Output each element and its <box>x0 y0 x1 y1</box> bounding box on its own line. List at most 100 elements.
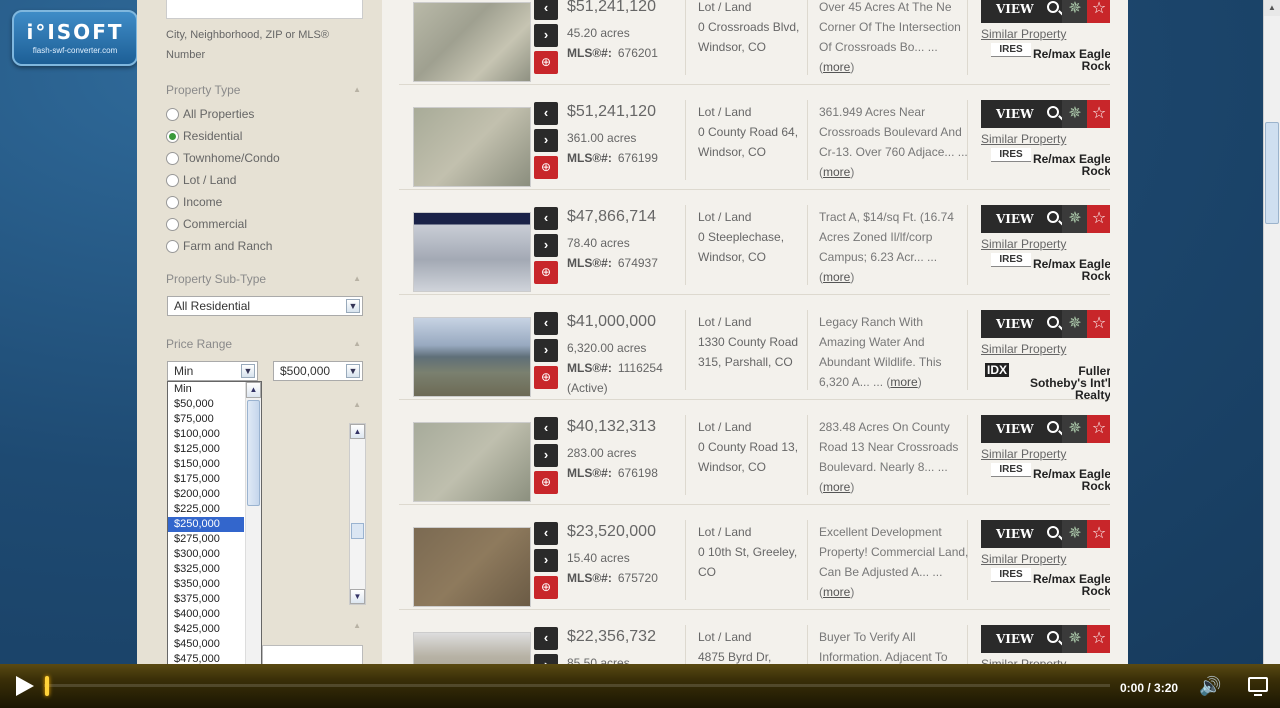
listing-photo[interactable] <box>413 212 531 292</box>
price-min-dropdown-list[interactable]: Min $50,000 $75,000 $100,000 $125,000 $150,00… <box>167 381 262 681</box>
map-wheel-icon[interactable]: ✵ <box>1062 0 1088 23</box>
chevron-right-icon[interactable]: › <box>534 234 558 257</box>
listing-mls: MLS®#: 676199 <box>567 151 658 165</box>
view-button[interactable]: VIEW <box>981 310 1065 338</box>
mls-label: MLS®#: <box>567 151 612 165</box>
zoom-in-icon[interactable]: ⊕ <box>534 471 558 494</box>
chevron-left-icon[interactable]: ‹ <box>534 627 558 650</box>
chevron-left-icon[interactable]: ‹ <box>534 207 558 230</box>
radio-button[interactable] <box>166 107 179 121</box>
similar-property-link[interactable]: Similar Property <box>981 27 1066 41</box>
view-button[interactable]: VIEW <box>981 625 1065 653</box>
zoom-in-icon[interactable]: ⊕ <box>534 261 558 284</box>
property-type-radio[interactable]: Residential <box>166 126 242 146</box>
chevron-right-icon[interactable]: › <box>534 129 558 152</box>
scroll-up-icon[interactable]: ▲ <box>350 424 365 439</box>
listing-photo[interactable] <box>413 527 531 607</box>
listing-type: Lot / Land <box>698 210 752 224</box>
map-wheel-icon[interactable]: ✵ <box>1062 310 1088 338</box>
property-subtype-title[interactable]: Property Sub-Type ▲ <box>166 272 363 286</box>
play-icon[interactable] <box>16 676 34 696</box>
price-range-title[interactable]: Price Range ▲ <box>166 337 363 351</box>
favorite-star-icon[interactable]: ☆ <box>1087 520 1110 548</box>
radio-button[interactable] <box>166 195 179 209</box>
favorite-star-icon[interactable]: ☆ <box>1087 625 1110 653</box>
view-button[interactable]: VIEW <box>981 0 1065 23</box>
favorite-star-icon[interactable]: ☆ <box>1087 205 1110 233</box>
similar-property-link[interactable]: Similar Property <box>981 552 1066 566</box>
chevron-right-icon[interactable]: › <box>534 549 558 572</box>
zoom-in-icon[interactable]: ⊕ <box>534 156 558 179</box>
price-max-select[interactable]: $500,000 ▼ <box>273 361 363 381</box>
chevron-right-icon[interactable]: › <box>534 339 558 362</box>
listbox-scrollbar[interactable]: ▲ ▼ <box>349 423 366 605</box>
property-type-radio[interactable]: Farm and Ranch <box>166 236 272 256</box>
scroll-down-icon[interactable]: ▼ <box>350 589 365 604</box>
favorite-star-icon[interactable]: ☆ <box>1087 415 1110 443</box>
property-type-radio[interactable]: All Properties <box>166 104 254 124</box>
chevron-right-icon[interactable]: › <box>534 444 558 467</box>
map-wheel-icon[interactable]: ✵ <box>1062 625 1088 653</box>
property-subtype-select[interactable]: All Residential ▼ <box>167 296 363 316</box>
property-type-title[interactable]: Property Type ▲ <box>166 83 363 97</box>
dropdown-scrollbar[interactable]: ▲ <box>245 382 261 680</box>
scroll-up-icon[interactable]: ▲ <box>1264 0 1280 16</box>
property-type-radio[interactable]: Commercial <box>166 214 247 234</box>
seek-knob[interactable] <box>45 676 49 696</box>
chevron-left-icon[interactable]: ‹ <box>534 0 558 20</box>
zoom-in-icon[interactable]: ⊕ <box>534 576 558 599</box>
more-link[interactable]: more <box>823 165 850 179</box>
map-wheel-icon[interactable]: ✵ <box>1062 100 1088 128</box>
scrollbar-thumb[interactable] <box>351 523 364 539</box>
similar-property-link[interactable]: Similar Property <box>981 237 1066 251</box>
location-search-input[interactable] <box>166 0 363 19</box>
chevron-left-icon[interactable]: ‹ <box>534 102 558 125</box>
view-button[interactable]: VIEW <box>981 205 1065 233</box>
radio-button[interactable] <box>166 151 179 165</box>
listing-photo[interactable] <box>413 317 531 397</box>
chevron-left-icon[interactable]: ‹ <box>534 522 558 545</box>
price-min-select[interactable]: Min ▼ <box>167 361 258 381</box>
price-option[interactable]: $250,000 <box>168 517 244 532</box>
property-type-radio[interactable]: Lot / Land <box>166 170 236 190</box>
radio-button[interactable] <box>166 129 179 143</box>
radio-button[interactable] <box>166 239 179 253</box>
view-button[interactable]: VIEW <box>981 520 1065 548</box>
radio-button[interactable] <box>166 217 179 231</box>
chevron-left-icon[interactable]: ‹ <box>534 417 558 440</box>
listing-photo[interactable] <box>413 422 531 502</box>
volume-icon[interactable]: 🔊 <box>1199 676 1221 697</box>
favorite-star-icon[interactable]: ☆ <box>1087 100 1110 128</box>
more-link[interactable]: more <box>823 585 850 599</box>
more-link[interactable]: more <box>823 480 850 494</box>
page-scrollbar[interactable]: ▲ <box>1263 0 1280 708</box>
map-wheel-icon[interactable]: ✵ <box>1062 205 1088 233</box>
more-link[interactable]: more <box>823 270 850 284</box>
favorite-star-icon[interactable]: ☆ <box>1087 0 1110 23</box>
seek-bar[interactable] <box>44 684 1110 687</box>
similar-property-link[interactable]: Similar Property <box>981 132 1066 146</box>
more-link[interactable]: more <box>823 60 850 74</box>
scroll-up-icon[interactable]: ▲ <box>246 382 261 398</box>
fullscreen-icon[interactable] <box>1248 677 1268 696</box>
scrollbar-thumb[interactable] <box>1265 122 1279 224</box>
scrollbar-thumb[interactable] <box>247 400 260 506</box>
map-wheel-icon[interactable]: ✵ <box>1062 415 1088 443</box>
radio-button[interactable] <box>166 173 179 187</box>
zoom-in-icon[interactable]: ⊕ <box>534 51 558 74</box>
view-button[interactable]: VIEW <box>981 100 1065 128</box>
chevron-left-icon[interactable]: ‹ <box>534 312 558 335</box>
property-type-radio[interactable]: Townhome/Condo <box>166 148 280 168</box>
listing-type-address: Lot / Land 0 Crossroads Blvd, Windsor, CO <box>698 0 808 57</box>
zoom-in-icon[interactable]: ⊕ <box>534 366 558 389</box>
similar-property-link[interactable]: Similar Property <box>981 342 1066 356</box>
listing-photo[interactable] <box>413 107 531 187</box>
similar-property-link[interactable]: Similar Property <box>981 447 1066 461</box>
map-wheel-icon[interactable]: ✵ <box>1062 520 1088 548</box>
chevron-right-icon[interactable]: › <box>534 24 558 47</box>
favorite-star-icon[interactable]: ☆ <box>1087 310 1110 338</box>
view-button[interactable]: VIEW <box>981 415 1065 443</box>
property-type-radio[interactable]: Income <box>166 192 222 212</box>
listing-photo[interactable] <box>413 2 531 82</box>
more-link[interactable]: more <box>890 375 917 389</box>
